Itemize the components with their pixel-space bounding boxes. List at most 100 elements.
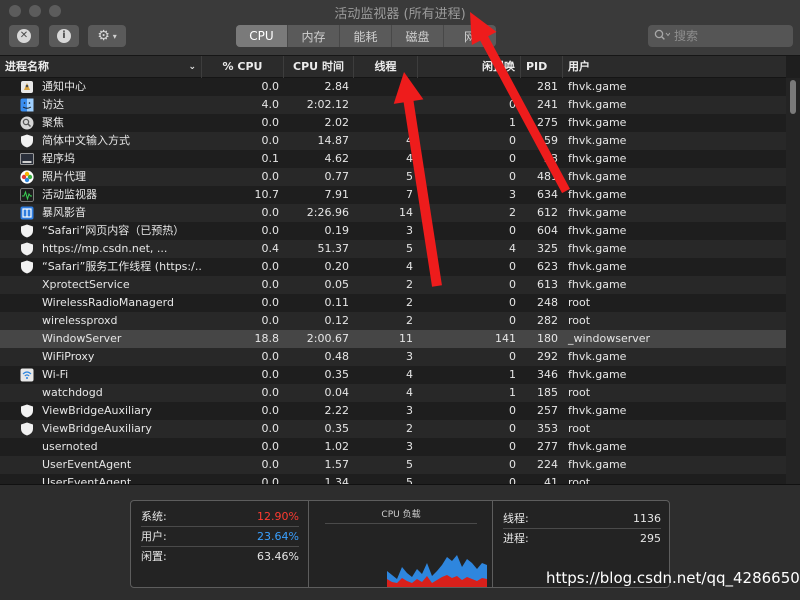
table-row[interactable]: UserEventAgent 0.0 1.57 5 0 224 fhvk.game — [0, 456, 786, 474]
cpu-time-cell: 0.35 — [324, 368, 350, 381]
idle-wakeups-cell — [418, 78, 521, 96]
table-row[interactable]: XprotectService 0.0 0.05 2 0 613 fhvk.game — [0, 276, 786, 294]
cpu-load-title: CPU 负载 — [381, 510, 421, 520]
idle-wakeups-cell: 0 — [509, 152, 516, 165]
table-row[interactable]: 照片代理 0.0 0.77 5 0 481 fhvk.game — [0, 168, 786, 186]
table-row[interactable]: 聚焦 0.0 2.02 1 275 fhvk.game — [0, 114, 786, 132]
table-row[interactable]: 通知中心 0.0 2.84 281 fhvk.game — [0, 78, 786, 96]
cpu-percent-cell: 0.0 — [261, 476, 280, 484]
process-name: WindowServer — [42, 332, 122, 345]
scrollbar[interactable] — [786, 78, 800, 484]
stop-process-button[interactable]: ✕ — [9, 25, 39, 47]
tab-3[interactable]: 磁盘 — [392, 25, 444, 47]
idle-wakeups-cell: 1 — [509, 368, 516, 381]
idle-label: 闲置: — [141, 550, 167, 563]
column-header-name[interactable]: 进程名称 ⌄ — [0, 56, 202, 78]
search-icon — [654, 29, 671, 44]
table-row[interactable]: UserEventAgent 0.0 1.34 5 0 41 root — [0, 474, 786, 484]
user-cell: fhvk.game — [568, 260, 627, 273]
gear-icon: ⚙ — [97, 28, 110, 44]
cpu-time-cell: 1.02 — [324, 440, 350, 453]
column-header-cpu-time[interactable]: CPU 时间 — [284, 56, 354, 78]
table-row[interactable]: https://mp.csdn.net, ... 0.4 51.37 5 4 325 fhv… — [0, 240, 786, 258]
idle-wakeups-cell: 0 — [509, 296, 516, 309]
tab-0[interactable]: CPU — [236, 25, 288, 47]
cpu-percent-cell: 0.0 — [261, 296, 280, 309]
cpu-percent-cell: 0.0 — [261, 206, 280, 219]
table-row[interactable]: ViewBridgeAuxiliary 0.0 2.22 3 0 257 fhvk.game — [0, 402, 786, 420]
idle-stat: 闲置: 63.46% — [141, 547, 299, 567]
column-header-idle-wakeups[interactable]: 闲置唤 — [418, 56, 521, 78]
table-row[interactable]: watchdogd 0.0 0.04 4 1 185 root — [0, 384, 786, 402]
table-row[interactable]: 程序坞 0.1 4.62 4 0 23 fhvk.game — [0, 150, 786, 168]
process-name: 访达 — [42, 98, 64, 111]
table-row[interactable]: 活动监视器 10.7 7.91 7 3 634 fhvk.game — [0, 186, 786, 204]
threads-cell: 4 — [406, 386, 413, 399]
threads-cell: 4 — [406, 134, 413, 147]
process-name-cell: 程序坞 — [0, 150, 202, 168]
watermark: https://blog.csdn.net/qq_42866508 — [546, 569, 800, 587]
search-input[interactable] — [674, 29, 774, 43]
processes-label: 进程: — [503, 532, 529, 545]
table-row[interactable]: 访达 4.0 2:02.12 0 241 fhvk.game — [0, 96, 786, 114]
cpu-load-graph — [387, 555, 487, 587]
user-stat: 用户: 23.64% — [141, 527, 299, 547]
window-title: 活动监视器 (所有进程) — [334, 7, 466, 22]
process-name-cell: XprotectService — [0, 276, 202, 294]
cpu-percent-cell: 0.0 — [261, 404, 280, 417]
user-cell: fhvk.game — [568, 206, 627, 219]
cpu-time-cell: 0.04 — [324, 386, 350, 399]
tab-4[interactable]: 网 — [444, 25, 496, 47]
threads-cell: 2 — [406, 278, 413, 291]
process-name: 暴风影音 — [42, 206, 86, 219]
table-row[interactable]: ViewBridgeAuxiliary 0.0 0.35 2 0 353 root — [0, 420, 786, 438]
table-row[interactable]: 简体中文输入方式 0.0 14.87 4 0 59 fhvk.game — [0, 132, 786, 150]
threads-cell — [354, 96, 418, 114]
process-name-cell: ViewBridgeAuxiliary — [0, 402, 202, 420]
table-row[interactable]: WiFiProxy 0.0 0.48 3 0 292 fhvk.game — [0, 348, 786, 366]
cpu-time-cell: 2.84 — [324, 80, 350, 93]
tab-2[interactable]: 能耗 — [340, 25, 392, 47]
wifi-app-icon — [20, 368, 34, 382]
table-row[interactable]: 暴风影音 0.0 2:26.96 14 2 612 fhvk.game — [0, 204, 786, 222]
processes-value: 295 — [640, 532, 661, 545]
threads-value: 1136 — [633, 512, 661, 525]
column-header-cpu[interactable]: % CPU — [202, 56, 284, 78]
cpu-percent-cell: 0.0 — [261, 116, 280, 129]
cpu-percent-cell: 0.0 — [261, 386, 280, 399]
table-header: 进程名称 ⌄ % CPU CPU 时间 线程 闲置唤 PID 用户 — [0, 56, 786, 78]
tab-1[interactable]: 内存 — [288, 25, 340, 47]
process-name-cell: WiFiProxy — [0, 348, 202, 366]
cpu-percent-cell: 0.0 — [261, 278, 280, 291]
toolbar: 活动监视器 (所有进程) ✕ i ⚙ ▾ CPU 内存 能耗 磁盘网 — [0, 0, 800, 56]
pid-cell: 257 — [537, 404, 558, 417]
cpu-percent-cell: 4.0 — [261, 98, 280, 111]
pid-cell: 281 — [537, 80, 558, 93]
user-cell: fhvk.game — [568, 80, 627, 93]
column-header-threads[interactable]: 线程 — [354, 56, 418, 78]
process-name: watchdogd — [42, 386, 103, 399]
table-row[interactable]: WindowServer 18.8 2:00.67 11 141 180 _windowse… — [0, 330, 786, 348]
user-cell: fhvk.game — [568, 404, 627, 417]
pid-cell: 277 — [537, 440, 558, 453]
table-row[interactable]: Wi-Fi 0.0 0.35 4 1 346 fhvk.game — [0, 366, 786, 384]
user-cell: fhvk.game — [568, 152, 627, 165]
idle-wakeups-cell: 0 — [509, 278, 516, 291]
search-field[interactable] — [648, 25, 793, 47]
scrollbar-thumb[interactable] — [790, 80, 796, 114]
action-menu-button[interactable]: ⚙ ▾ — [88, 25, 126, 47]
table-row[interactable]: “Safari”网页内容（已预热） 0.0 0.19 3 0 604 fhvk.game — [0, 222, 786, 240]
idle-wakeups-cell: 1 — [509, 386, 516, 399]
table-row[interactable]: “Safari”服务工作线程 (https:/... 0.0 0.20 4 0 623 fh… — [0, 258, 786, 276]
table-row[interactable]: wirelessproxd 0.0 0.12 2 0 282 root — [0, 312, 786, 330]
table-row[interactable]: WirelessRadioManagerd 0.0 0.11 2 0 248 root — [0, 294, 786, 312]
column-header-user[interactable]: 用户 — [563, 56, 723, 78]
column-header-pid[interactable]: PID — [521, 56, 563, 78]
process-name-cell: usernoted — [0, 438, 202, 456]
cpu-percent-cell: 0.0 — [261, 134, 280, 147]
table-row[interactable]: usernoted 0.0 1.02 3 0 277 fhvk.game — [0, 438, 786, 456]
cpu-percent-cell: 0.0 — [261, 422, 280, 435]
spotlight-icon — [20, 116, 34, 130]
inspect-process-button[interactable]: i — [49, 25, 79, 47]
user-cell: fhvk.game — [568, 188, 627, 201]
